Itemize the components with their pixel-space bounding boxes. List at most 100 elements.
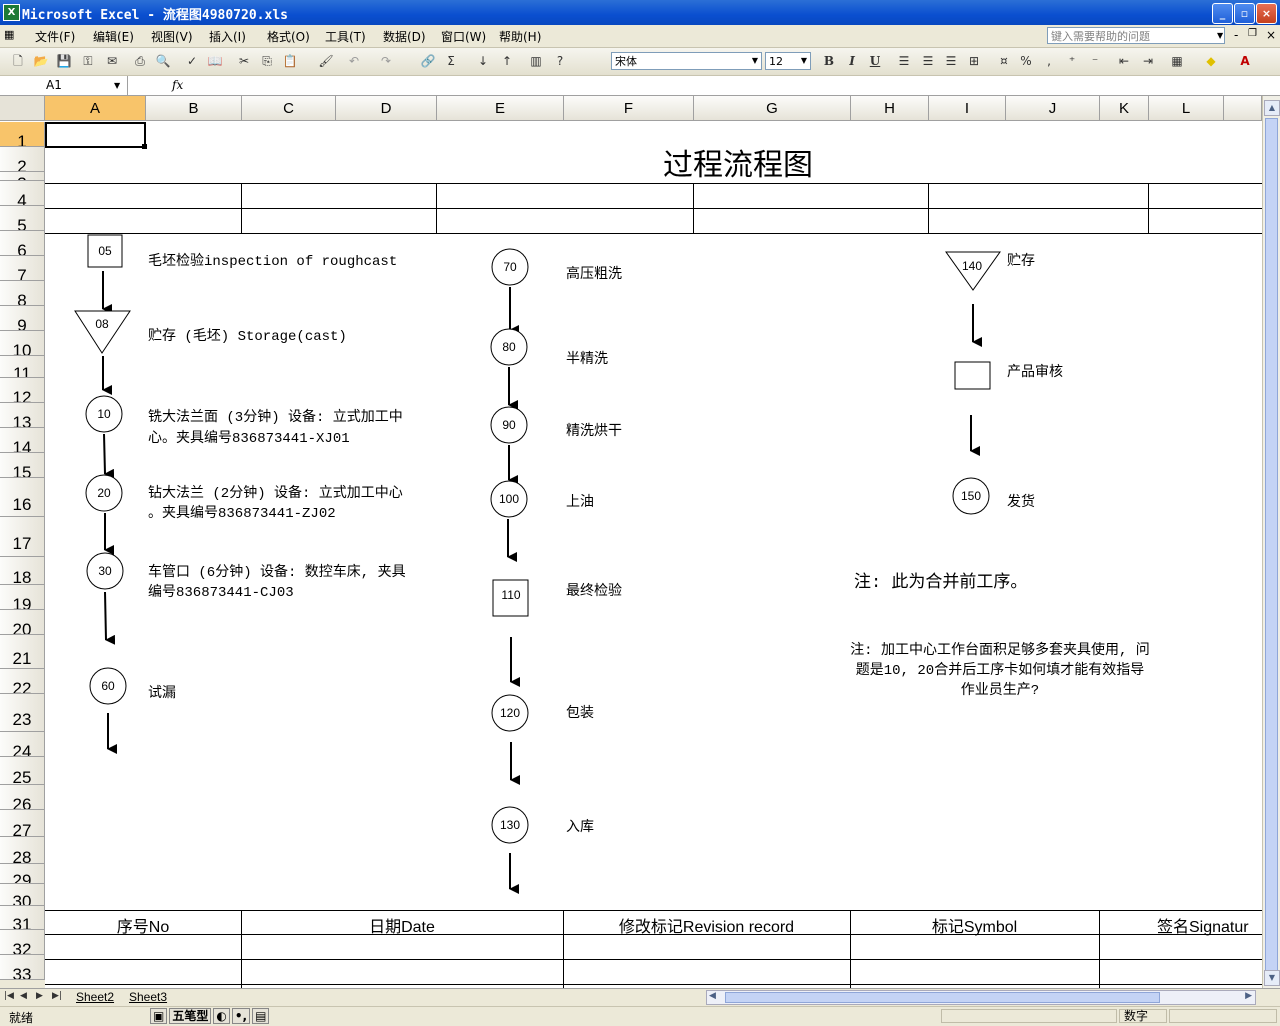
scroll-left-button[interactable]: ◀ (709, 991, 716, 1001)
row-header[interactable]: 12 (0, 378, 45, 403)
row-header[interactable]: 2 (0, 147, 45, 172)
column-header[interactable]: G (694, 96, 851, 121)
row-header[interactable]: 24 (0, 732, 45, 757)
hyperlink-icon[interactable]: 🔗 (420, 53, 436, 69)
menu-data[interactable]: 数据(D) (383, 28, 426, 45)
soft-keyboard-icon[interactable]: ▤ (252, 1008, 270, 1024)
cut-icon[interactable]: ✂ (236, 53, 252, 69)
print-preview-icon[interactable]: 🔍 (155, 53, 171, 69)
ime-bar[interactable]: ▣ 五笔型 ◐ •, ▤ (150, 1008, 270, 1024)
audit-square-shape[interactable] (954, 361, 991, 390)
vertical-scrollbar[interactable]: ▲ ▼ (1262, 96, 1280, 988)
tab-sheet3[interactable]: Sheet3 (125, 990, 171, 1005)
undo-icon[interactable]: ↶ (346, 53, 362, 69)
row-header[interactable]: 3 (0, 172, 45, 181)
row-header[interactable]: 32 (0, 930, 45, 955)
row-header[interactable]: 8 (0, 281, 45, 306)
italic-button[interactable]: I (844, 53, 860, 69)
format-painter-icon[interactable]: 🖌 (318, 53, 334, 69)
row-header[interactable]: 10 (0, 331, 45, 356)
bold-button[interactable]: B (821, 53, 837, 69)
currency-icon[interactable]: ¤ (996, 53, 1012, 69)
paste-icon[interactable]: 📋 (282, 53, 298, 69)
column-header[interactable]: A (45, 96, 146, 121)
align-right-icon[interactable]: ☰ (943, 53, 959, 69)
row-header[interactable]: 11 (0, 356, 45, 378)
menu-file[interactable]: 文件(F) (35, 28, 75, 45)
research-icon[interactable]: 📖 (207, 53, 223, 69)
align-center-icon[interactable]: ☰ (920, 53, 936, 69)
menu-view[interactable]: 视图(V) (151, 28, 193, 45)
copy-icon[interactable]: ⎘ (259, 53, 275, 69)
increase-decimal-icon[interactable]: ⁺ (1064, 53, 1080, 69)
scroll-down-button[interactable]: ▼ (1264, 970, 1280, 986)
font-size-select[interactable]: 12 ▼ (765, 52, 811, 70)
column-header[interactable]: I (929, 96, 1006, 121)
comma-button[interactable]: , (1041, 53, 1057, 69)
name-box[interactable]: A1 ▼ (0, 76, 128, 95)
select-all-corner[interactable] (0, 96, 45, 121)
workbook-icon[interactable]: ▦ (4, 28, 14, 41)
autosum-icon[interactable]: Σ (443, 53, 459, 69)
next-sheet-button[interactable]: ▶ (36, 991, 43, 1001)
spelling-icon[interactable]: ✓ (184, 53, 200, 69)
row-header[interactable]: 31 (0, 906, 45, 930)
workbook-minimize-button[interactable]: - (1234, 28, 1238, 42)
row-header[interactable]: 21 (0, 635, 45, 669)
row-header[interactable]: 9 (0, 306, 45, 331)
scroll-thumb[interactable] (1265, 118, 1278, 976)
row-header[interactable]: 17 (0, 517, 45, 557)
scroll-up-button[interactable]: ▲ (1264, 100, 1280, 116)
ime-mode[interactable]: 五笔型 (169, 1008, 212, 1024)
menu-edit[interactable]: 编辑(E) (93, 28, 134, 45)
chevron-down-icon[interactable]: ▼ (114, 76, 120, 95)
fill-color-icon[interactable]: ◆ (1203, 53, 1219, 69)
row-header[interactable]: 4 (0, 181, 45, 206)
row-header[interactable]: 20 (0, 610, 45, 635)
horizontal-scrollbar[interactable]: ◀ ▶ (706, 990, 1256, 1005)
flow-arrow[interactable] (103, 433, 115, 479)
row-header[interactable]: 16 (0, 478, 45, 517)
row-header[interactable]: 30 (0, 884, 45, 906)
row-header[interactable]: 15 (0, 453, 45, 478)
underline-button[interactable]: U (867, 53, 883, 69)
column-header[interactable]: F (564, 96, 694, 121)
column-header-partial[interactable] (1224, 96, 1262, 121)
font-name-select[interactable]: 宋体 ▼ (611, 52, 762, 70)
chart-wizard-icon[interactable]: ▥ (528, 53, 544, 69)
row-header[interactable]: 13 (0, 403, 45, 428)
column-header[interactable]: H (851, 96, 929, 121)
help-icon[interactable]: ? (552, 53, 568, 69)
redo-icon[interactable]: ↷ (378, 53, 394, 69)
new-file-icon[interactable]: 🗋 (10, 53, 26, 69)
maximize-button[interactable]: ▫ (1234, 3, 1255, 24)
save-icon[interactable]: 💾 (56, 53, 72, 69)
function-icon[interactable]: fx (172, 78, 183, 92)
open-folder-icon[interactable]: 📂 (33, 53, 49, 69)
chevron-down-icon[interactable]: ▼ (749, 53, 761, 69)
decrease-indent-icon[interactable]: ⇤ (1116, 53, 1132, 69)
tab-sheet2[interactable]: Sheet2 (72, 990, 118, 1005)
punctuation-icon[interactable]: •, (231, 1008, 251, 1024)
row-header[interactable]: 26 (0, 785, 45, 810)
increase-indent-icon[interactable]: ⇥ (1140, 53, 1156, 69)
percent-button[interactable]: % (1018, 53, 1034, 69)
row-header[interactable]: 22 (0, 669, 45, 694)
help-dropdown-icon[interactable]: ▼ (1217, 31, 1223, 40)
row-header[interactable]: 23 (0, 694, 45, 732)
row-header[interactable]: 27 (0, 810, 45, 837)
row-header[interactable]: 28 (0, 837, 45, 864)
ime-logo-icon[interactable]: ▣ (150, 1008, 168, 1024)
workbook-restore-button[interactable]: ❐ (1248, 28, 1257, 39)
first-sheet-button[interactable]: |◀ (4, 991, 14, 1001)
help-search-input[interactable]: 键入需要帮助的问题 (1047, 27, 1225, 44)
menu-format[interactable]: 格式(O) (267, 28, 310, 45)
half-width-icon[interactable]: ◐ (213, 1008, 230, 1024)
scroll-thumb[interactable] (725, 992, 1160, 1003)
row-header[interactable]: 6 (0, 231, 45, 256)
menu-window[interactable]: 窗口(W) (441, 28, 486, 45)
column-header[interactable]: B (146, 96, 242, 121)
row-header[interactable]: 14 (0, 428, 45, 453)
close-button[interactable]: × (1256, 3, 1277, 24)
menu-tools[interactable]: 工具(T) (325, 28, 366, 45)
